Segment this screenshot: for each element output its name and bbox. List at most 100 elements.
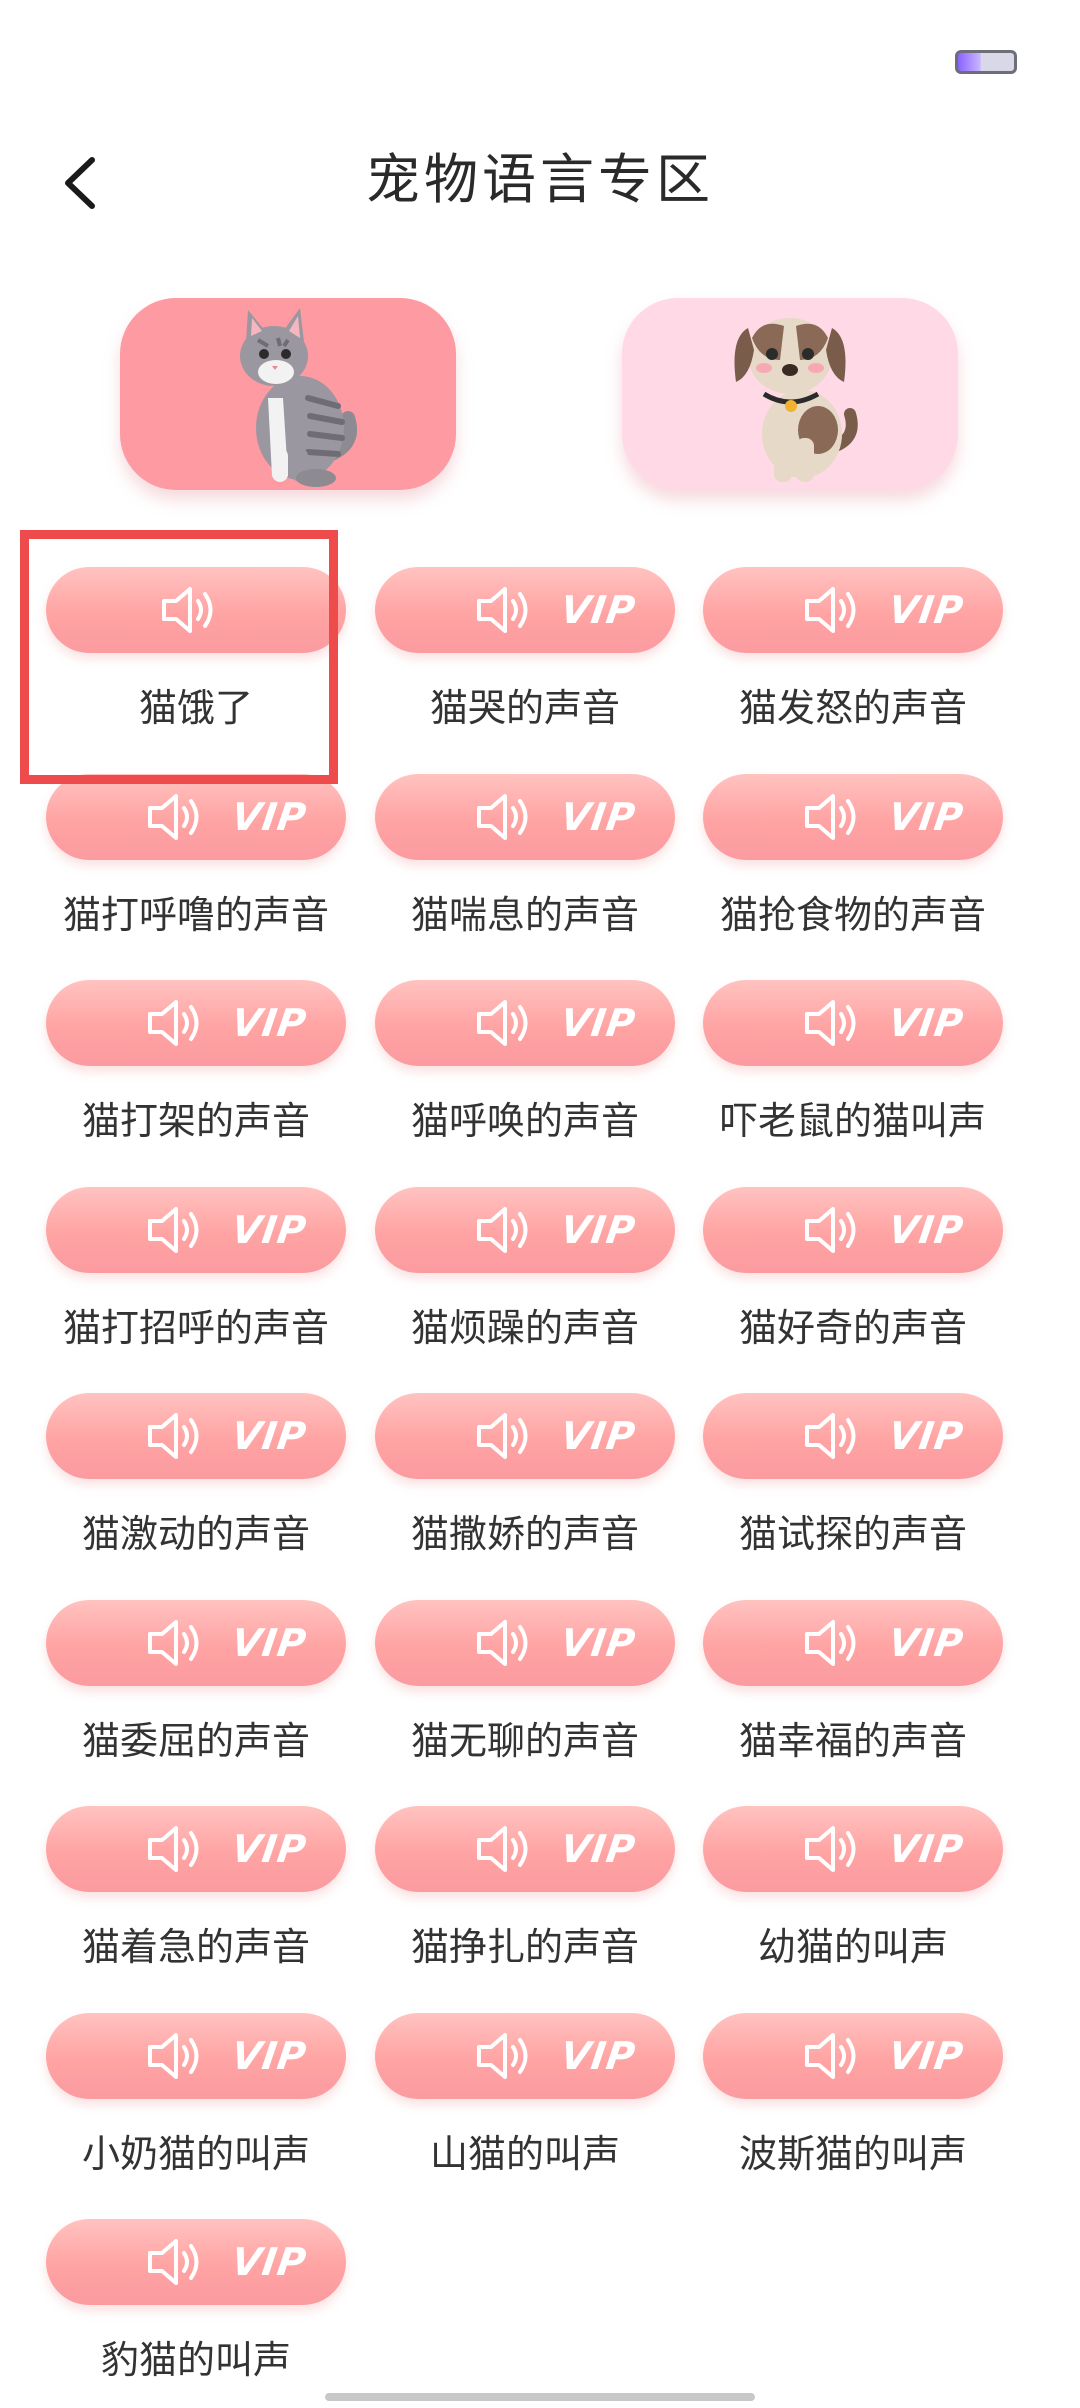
sound-label: 猫试探的声音 [738, 1512, 967, 1556]
play-sound-button[interactable]: VIP [703, 1393, 1003, 1479]
speaker-icon [801, 2029, 861, 2083]
play-sound-button[interactable]: VIP [375, 1600, 675, 1686]
vip-badge: VIP [557, 588, 639, 632]
sound-label: 山猫的叫声 [429, 2132, 620, 2176]
play-sound-button[interactable]: VIP [375, 774, 675, 860]
play-sound-button[interactable]: VIP [703, 2013, 1003, 2099]
sound-item[interactable]: VIP 猫打招呼的声音 [46, 1187, 356, 1393]
play-sound-button[interactable]: VIP [375, 2013, 675, 2099]
sound-label: 吓老鼠的猫叫声 [719, 1099, 986, 1143]
sound-item[interactable]: VIP 小奶猫的叫声 [46, 2013, 356, 2219]
sound-item[interactable]: VIP 猫试探的声音 [703, 1393, 1013, 1599]
sound-item[interactable]: VIP 猫挣扎的声音 [375, 1806, 685, 2012]
sound-item[interactable]: VIP 猫撒娇的声音 [375, 1393, 685, 1599]
sound-label: 猫撒娇的声音 [410, 1512, 639, 1556]
play-sound-button[interactable]: VIP [703, 1187, 1003, 1273]
vip-badge: VIP [228, 1414, 310, 1458]
sound-item[interactable]: VIP 猫着急的声音 [46, 1806, 356, 2012]
sound-label: 猫抢食物的声音 [719, 893, 986, 937]
sound-item[interactable]: VIP 猫打架的声音 [46, 980, 356, 1186]
vip-badge: VIP [228, 1001, 310, 1045]
vip-badge: VIP [557, 1621, 639, 1665]
speaker-icon [158, 583, 218, 637]
sound-item[interactable]: VIP 猫打呼噜的声音 [46, 774, 356, 980]
speaker-icon [473, 996, 533, 1050]
play-sound-button[interactable]: VIP [375, 1393, 675, 1479]
sound-item[interactable]: VIP 猫喘息的声音 [375, 774, 685, 980]
play-sound-button[interactable]: VIP [46, 1600, 346, 1686]
sound-item[interactable]: VIP 猫烦躁的声音 [375, 1187, 685, 1393]
play-sound-button[interactable]: VIP [46, 2013, 346, 2099]
vip-badge: VIP [228, 1827, 310, 1871]
sound-label: 豹猫的叫声 [100, 2338, 291, 2382]
vip-badge: VIP [885, 795, 967, 839]
sound-label: 幼猫的叫声 [757, 1925, 948, 1969]
speaker-icon [473, 1616, 533, 1670]
speaker-icon [144, 790, 204, 844]
sound-item[interactable]: VIP 猫委屈的声音 [46, 1600, 356, 1806]
play-sound-button[interactable]: VIP [46, 774, 346, 860]
sound-label: 猫饿了 [138, 686, 253, 730]
sound-label: 猫激动的声音 [81, 1512, 310, 1556]
sound-item[interactable]: VIP 幼猫的叫声 [703, 1806, 1013, 2012]
home-indicator[interactable] [325, 2393, 755, 2401]
speaker-icon [144, 1409, 204, 1463]
play-sound-button[interactable] [46, 567, 346, 653]
sound-item[interactable]: VIP 吓老鼠的猫叫声 [703, 980, 1013, 1186]
speaker-icon [801, 996, 861, 1050]
sound-item[interactable]: VIP 猫呼唤的声音 [375, 980, 685, 1186]
vip-badge: VIP [557, 2034, 639, 2078]
play-sound-button[interactable]: VIP [703, 1806, 1003, 1892]
speaker-icon [473, 1203, 533, 1257]
play-sound-button[interactable]: VIP [46, 1393, 346, 1479]
speaker-icon [801, 790, 861, 844]
sound-label: 波斯猫的叫声 [738, 2132, 967, 2176]
vip-badge: VIP [228, 1208, 310, 1252]
vip-badge: VIP [228, 1621, 310, 1665]
sound-item[interactable]: VIP 波斯猫的叫声 [703, 2013, 1013, 2219]
vip-badge: VIP [557, 1827, 639, 1871]
play-sound-button[interactable]: VIP [46, 980, 346, 1066]
play-sound-button[interactable]: VIP [46, 1806, 346, 1892]
speaker-icon [801, 583, 861, 637]
play-sound-button[interactable]: VIP [375, 1187, 675, 1273]
play-sound-button[interactable]: VIP [375, 1806, 675, 1892]
play-sound-button[interactable]: VIP [375, 567, 675, 653]
speaker-icon [144, 1616, 204, 1670]
speaker-icon [473, 1409, 533, 1463]
sound-item[interactable]: VIP 猫激动的声音 [46, 1393, 356, 1599]
speaker-icon [144, 2235, 204, 2289]
sound-label: 猫哭的声音 [429, 686, 620, 730]
sound-item[interactable]: VIP 豹猫的叫声 [46, 2219, 356, 2408]
sound-item[interactable]: VIP 猫好奇的声音 [703, 1187, 1013, 1393]
sound-label: 猫烦躁的声音 [410, 1306, 639, 1350]
sound-label: 猫打呼噜的声音 [62, 893, 329, 937]
vip-badge: VIP [557, 795, 639, 839]
speaker-icon [144, 996, 204, 1050]
sound-label: 猫喘息的声音 [410, 893, 639, 937]
speaker-icon [473, 790, 533, 844]
sound-item[interactable]: VIP 山猫的叫声 [375, 2013, 685, 2219]
play-sound-button[interactable]: VIP [46, 1187, 346, 1273]
play-sound-button[interactable]: VIP [46, 2219, 346, 2305]
play-sound-button[interactable]: VIP [703, 567, 1003, 653]
play-sound-button[interactable]: VIP [703, 774, 1003, 860]
speaker-icon [801, 1203, 861, 1257]
speaker-icon [473, 583, 533, 637]
play-sound-button[interactable]: VIP [375, 980, 675, 1066]
sound-item[interactable]: VIP 猫哭的声音 [375, 567, 685, 773]
vip-badge: VIP [885, 1827, 967, 1871]
sound-item[interactable]: 猫饿了 [46, 567, 356, 773]
sound-item[interactable]: VIP 猫无聊的声音 [375, 1600, 685, 1806]
vip-badge: VIP [228, 2034, 310, 2078]
speaker-icon [144, 1203, 204, 1257]
play-sound-button[interactable]: VIP [703, 1600, 1003, 1686]
speaker-icon [801, 1409, 861, 1463]
sound-item[interactable]: VIP 猫发怒的声音 [703, 567, 1013, 773]
pet-language-page: 宠物语言专区 猫饿了 VIP 猫哭的声音 VIP 猫发怒的声音 VIP 猫打呼噜… [0, 0, 1080, 2408]
speaker-icon [144, 1822, 204, 1876]
vip-badge: VIP [885, 1208, 967, 1252]
play-sound-button[interactable]: VIP [703, 980, 1003, 1066]
sound-item[interactable]: VIP 猫幸福的声音 [703, 1600, 1013, 1806]
sound-item[interactable]: VIP 猫抢食物的声音 [703, 774, 1013, 980]
